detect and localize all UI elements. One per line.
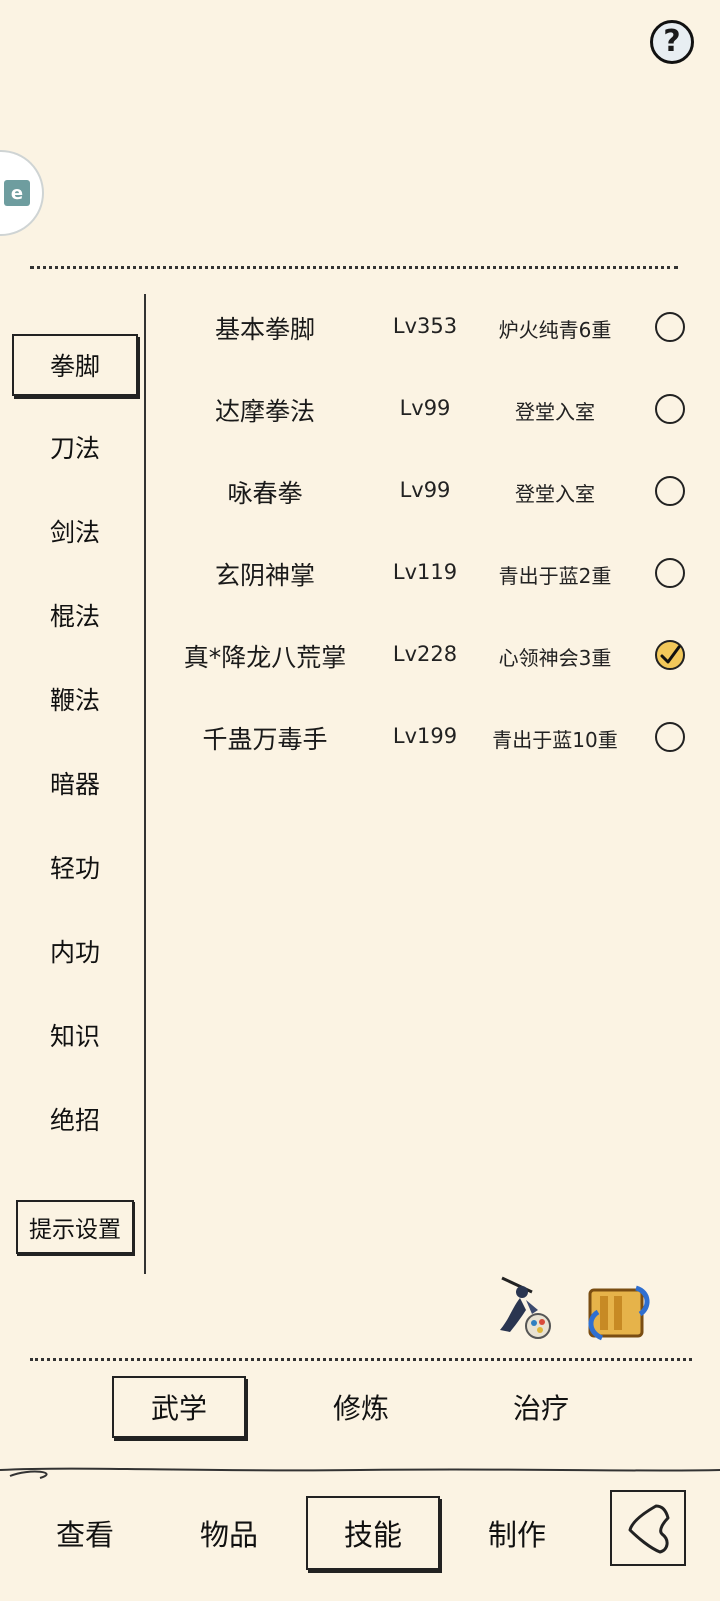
- subtab-label: 治疗: [512, 1392, 569, 1425]
- skill-rank: 登堂入室: [515, 400, 595, 424]
- category-divider: [144, 294, 146, 1274]
- hint-settings-button[interactable]: 提示设置: [16, 1200, 134, 1254]
- category-label: 刀法: [49, 434, 100, 463]
- skill-row[interactable]: 达摩拳法 Lv99 登堂入室: [160, 380, 700, 440]
- category-jianfa[interactable]: 剑法: [12, 500, 138, 562]
- nav-tab-label: 查看: [55, 1518, 114, 1552]
- skill-row[interactable]: 基本拳脚 Lv353 炉火纯青6重: [160, 298, 700, 358]
- help-button[interactable]: ?: [650, 20, 694, 64]
- side-avatar-button[interactable]: e: [0, 150, 44, 236]
- category-label: 绝招: [49, 1106, 100, 1135]
- nav-tab-skills[interactable]: 技能: [306, 1496, 440, 1570]
- category-label: 剑法: [49, 518, 100, 547]
- subtab-label: 武学: [150, 1392, 207, 1425]
- nav-tab-label: 制作: [487, 1518, 546, 1552]
- skill-level: Lv119: [392, 560, 458, 584]
- category-label: 轻功: [49, 854, 100, 883]
- category-label: 鞭法: [49, 686, 100, 715]
- category-label: 暗器: [49, 770, 100, 799]
- app-logo-icon: e: [4, 180, 30, 206]
- category-qinggong[interactable]: 轻功: [12, 836, 138, 898]
- subtab-zhiliao[interactable]: 治疗: [474, 1376, 608, 1438]
- skill-row[interactable]: 玄阴神掌 Lv119 青出于蓝2重: [160, 544, 700, 604]
- skill-radio-checked[interactable]: [655, 640, 685, 670]
- category-quanjiao[interactable]: 拳脚: [12, 334, 138, 396]
- back-arrow-icon: [628, 1504, 670, 1554]
- subtab-wuxue[interactable]: 武学: [112, 1376, 246, 1438]
- bottom-divider: [30, 1358, 692, 1361]
- category-label: 棍法: [49, 602, 100, 631]
- checkmark-icon: [660, 645, 681, 664]
- skill-row[interactable]: 真*降龙八荒掌 Lv228 心领神会3重: [160, 626, 700, 686]
- nav-tab-items[interactable]: 物品: [162, 1496, 296, 1570]
- skill-radio[interactable]: [655, 558, 685, 588]
- skill-row[interactable]: 咏春拳 Lv99 登堂入室: [160, 462, 700, 522]
- category-gunfa[interactable]: 棍法: [12, 584, 138, 646]
- skill-name: 达摩拳法: [214, 397, 315, 426]
- swap-scroll-icon[interactable]: [584, 1280, 654, 1344]
- martial-artist-icon[interactable]: [492, 1270, 562, 1342]
- skill-rank: 青出于蓝10重: [492, 728, 618, 752]
- category-label: 拳脚: [49, 352, 100, 381]
- skill-row[interactable]: 千蛊万毒手 Lv199 青出于蓝10重: [160, 708, 700, 768]
- skill-name: 玄阴神掌: [214, 561, 315, 590]
- category-bianfa[interactable]: 鞭法: [12, 668, 138, 730]
- skill-rank: 青出于蓝2重: [498, 564, 612, 588]
- skill-radio[interactable]: [655, 394, 685, 424]
- category-daofa[interactable]: 刀法: [12, 416, 138, 478]
- nav-tab-craft[interactable]: 制作: [450, 1496, 584, 1570]
- skill-radio[interactable]: [655, 722, 685, 752]
- skill-name: 千蛊万毒手: [202, 725, 328, 754]
- skill-name: 咏春拳: [227, 479, 303, 508]
- top-divider: [30, 266, 678, 269]
- category-neigong[interactable]: 内功: [12, 920, 138, 982]
- category-zhishi[interactable]: 知识: [12, 1004, 138, 1066]
- category-label: 知识: [49, 1022, 100, 1051]
- back-button[interactable]: [610, 1490, 686, 1566]
- skill-rank: 炉火纯青6重: [498, 318, 612, 342]
- hint-settings-label: 提示设置: [29, 1217, 121, 1243]
- skill-rank: 心领神会3重: [498, 646, 612, 670]
- skill-radio[interactable]: [655, 476, 685, 506]
- skill-level: Lv199: [392, 724, 458, 748]
- skill-name: 基本拳脚: [214, 315, 315, 344]
- skill-level: Lv99: [399, 478, 451, 502]
- skill-name: 真*降龙八荒掌: [183, 643, 347, 672]
- skill-level: Lv228: [392, 642, 458, 666]
- category-anqi[interactable]: 暗器: [12, 752, 138, 814]
- nav-tab-view[interactable]: 查看: [18, 1496, 152, 1570]
- skill-level: Lv99: [399, 396, 451, 420]
- skill-radio[interactable]: [655, 312, 685, 342]
- skill-level: Lv353: [392, 314, 458, 338]
- nav-tab-label: 技能: [343, 1518, 402, 1552]
- skill-rank: 登堂入室: [515, 482, 595, 506]
- nav-tab-label: 物品: [199, 1518, 258, 1552]
- question-icon: ?: [663, 24, 681, 59]
- category-label: 内功: [49, 938, 100, 967]
- category-juezhao[interactable]: 绝招: [12, 1088, 138, 1150]
- subtab-xiulian[interactable]: 修炼: [294, 1376, 428, 1438]
- subtab-label: 修炼: [332, 1392, 389, 1425]
